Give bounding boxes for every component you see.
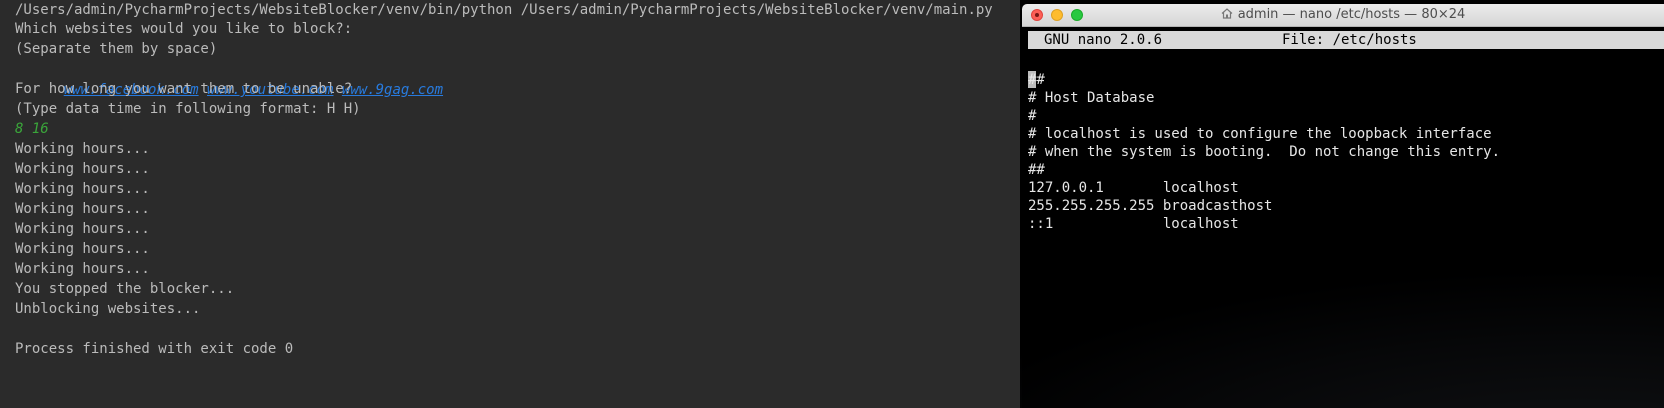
nano-header-bar: GNU nano 2.0.6 File: /etc/hosts [1028, 31, 1664, 49]
console-working-line: Working hours... [15, 141, 150, 157]
link-9gag[interactable]: www.9gag.com [342, 82, 443, 98]
run-console: /Users/admin/PycharmProjects/WebsiteBloc… [0, 0, 1020, 408]
hosts-line: # [1028, 108, 1037, 124]
terminal-window[interactable]: admin — nano /etc/hosts — 80×24 GNU nano… [1022, 4, 1664, 408]
terminal-screen[interactable]: GNU nano 2.0.6 File: /etc/hosts ## # Hos… [1022, 27, 1664, 408]
nano-version: GNU nano 2.0.6 [1044, 32, 1163, 48]
hosts-line: ::1 localhost [1028, 216, 1239, 232]
console-time-input: 8 16 [15, 121, 49, 137]
hosts-line: 255.255.255.255 broadcasthost [1028, 198, 1273, 214]
hosts-line: # Host Database [1028, 90, 1155, 106]
console-working-line: Working hours... [15, 181, 150, 197]
hosts-line: ## [1028, 162, 1045, 178]
hosts-line: # localhost is used to configure the loo… [1028, 126, 1492, 142]
console-hint-time: (Type data time in following format: H H… [15, 101, 361, 117]
console-links-line: www.facebook.com www.youtube.com www.9ga… [30, 59, 443, 98]
hosts-line: ## [1028, 72, 1045, 88]
console-working-line: Working hours... [15, 261, 150, 277]
home-icon [1221, 8, 1233, 19]
console-prompt-sites: Which websites would you like to block?: [15, 21, 353, 37]
console-hint-sites: (Separate them by space) [15, 41, 218, 57]
nano-filename: File: /etc/hosts [1282, 32, 1417, 48]
console-prompt-time: For how long you want them to be unable? [15, 81, 353, 97]
hosts-line: # when the system is booting. Do not cha… [1028, 144, 1501, 160]
console-stopped: You stopped the blocker... [15, 281, 235, 297]
console-working-line: Working hours... [15, 201, 150, 217]
console-command: /Users/admin/PycharmProjects/WebsiteBloc… [15, 2, 993, 18]
hosts-line: 127.0.0.1 localhost [1028, 180, 1239, 196]
console-unblocking: Unblocking websites... [15, 301, 201, 317]
window-title: admin — nano /etc/hosts — 80×24 [1022, 7, 1664, 22]
console-exit-status: Process finished with exit code 0 [15, 341, 294, 357]
console-working-line: Working hours... [15, 241, 150, 257]
window-title-text: admin — nano /etc/hosts — 80×24 [1237, 7, 1466, 22]
terminal-titlebar[interactable]: admin — nano /etc/hosts — 80×24 [1022, 4, 1664, 27]
console-working-line: Working hours... [15, 161, 150, 177]
console-working-line: Working hours... [15, 221, 150, 237]
